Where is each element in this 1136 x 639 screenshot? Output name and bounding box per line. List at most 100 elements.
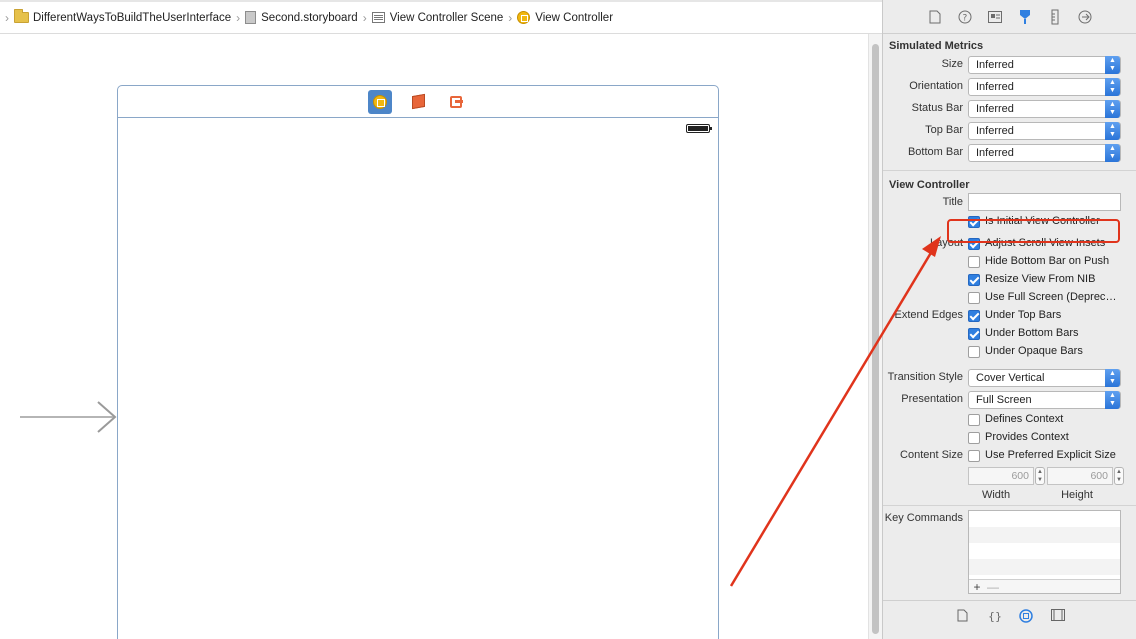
- popup-arrows-icon: ▲ ▼: [1105, 100, 1120, 118]
- layout-resize-row: Resize View From NIB: [883, 271, 1136, 289]
- svg-text:{}: {}: [988, 610, 1001, 623]
- height-field[interactable]: 600: [1047, 467, 1113, 485]
- breadcrumb-item-project[interactable]: DifferentWaysToBuildTheUserInterface: [14, 9, 232, 24]
- scene-view-controller-button[interactable]: [368, 89, 392, 114]
- width-stepper[interactable]: ▲ ▼: [1035, 467, 1045, 485]
- remove-key-command-button[interactable]: —: [985, 580, 1001, 594]
- title-field[interactable]: [968, 193, 1121, 211]
- file-template-library-icon[interactable]: [953, 609, 971, 625]
- checkbox-label: Use Preferred Explicit Size: [985, 449, 1116, 461]
- under-top-bars-checkbox[interactable]: [968, 310, 980, 322]
- orientation-popup[interactable]: Inferred ▲ ▼: [968, 78, 1121, 96]
- top-bar-popup[interactable]: Inferred ▲ ▼: [968, 122, 1121, 140]
- view-controller-scene[interactable]: [117, 85, 719, 639]
- under-opaque-bars-checkbox[interactable]: [968, 346, 980, 358]
- breadcrumb-item-storyboard[interactable]: Second.storyboard: [245, 11, 358, 24]
- battery-icon: [686, 124, 712, 133]
- file-inspector-icon[interactable]: [926, 8, 944, 26]
- popup-arrows-icon: ▲ ▼: [1105, 78, 1120, 96]
- breadcrumb-label: View Controller: [535, 11, 614, 24]
- metric-size-row: Size Inferred ▲ ▼: [883, 54, 1136, 76]
- metric-bottom-bar-row: Bottom Bar Inferred ▲ ▼: [883, 142, 1136, 164]
- extend-bottom-row: Under Bottom Bars: [883, 325, 1136, 343]
- media-library-icon[interactable]: [1049, 609, 1067, 625]
- code-snippet-library-icon[interactable]: {}: [985, 609, 1003, 625]
- table-row[interactable]: [969, 543, 1120, 559]
- folder-icon: [14, 9, 29, 23]
- height-stepper[interactable]: ▲ ▼: [1114, 467, 1124, 485]
- popup-value: Inferred: [976, 103, 1014, 115]
- layout-hide-bottom-row: Hide Bottom Bar on Push: [883, 253, 1136, 271]
- status-bar-popup[interactable]: Inferred ▲ ▼: [968, 100, 1121, 118]
- provides-context-checkbox[interactable]: [968, 432, 980, 444]
- checkbox-label: Use Full Screen (Deprecated): [985, 291, 1121, 303]
- popup-arrows-icon: ▲ ▼: [1105, 391, 1120, 409]
- size-popup[interactable]: Inferred ▲ ▼: [968, 56, 1121, 74]
- breadcrumb-item-view-controller[interactable]: View Controller: [517, 11, 613, 24]
- field-label: Presentation: [901, 393, 963, 405]
- breadcrumb-item-scene[interactable]: View Controller Scene: [371, 12, 503, 24]
- divider: [883, 505, 1136, 506]
- checkbox-label: Under Bottom Bars: [985, 327, 1079, 339]
- width-label: Width: [981, 489, 1011, 501]
- scene-first-responder-button[interactable]: [406, 90, 430, 114]
- breadcrumb: › DifferentWaysToBuildTheUserInterface ›…: [0, 0, 882, 34]
- key-commands-table[interactable]: + —: [968, 510, 1121, 594]
- view-controller-icon: [517, 11, 531, 24]
- title-row: Title: [883, 193, 1136, 213]
- defines-context-checkbox[interactable]: [968, 414, 980, 426]
- table-row[interactable]: [969, 511, 1120, 527]
- resize-view-from-nib-checkbox[interactable]: [968, 274, 980, 286]
- key-commands-toolbar: + —: [969, 579, 1120, 594]
- field-label: Title: [942, 196, 963, 208]
- use-full-screen-checkbox[interactable]: [968, 292, 980, 304]
- use-preferred-size-checkbox[interactable]: [968, 450, 980, 462]
- transition-style-row: Transition Style Cover Vertical ▲ ▼: [883, 367, 1136, 389]
- xcode-window: › DifferentWaysToBuildTheUserInterface ›…: [0, 0, 1136, 639]
- field-label: Top Bar: [925, 124, 963, 136]
- annotation-highlight-box: [947, 219, 1120, 243]
- popup-arrows-icon: ▲ ▼: [1105, 369, 1120, 387]
- add-key-command-button[interactable]: +: [969, 580, 985, 594]
- table-row[interactable]: [969, 559, 1120, 575]
- breadcrumb-label: DifferentWaysToBuildTheUserInterface: [33, 11, 232, 24]
- attributes-inspector: ? Simulated Metrics Size Inferred ▲ ▼ Orie…: [882, 0, 1136, 639]
- content-size-steppers: 600 ▲ ▼ Width 600 ▲ ▼ Height: [883, 465, 1136, 503]
- scene-exit-button[interactable]: [444, 90, 468, 114]
- quick-help-icon[interactable]: ?: [956, 8, 974, 26]
- transition-style-popup[interactable]: Cover Vertical ▲ ▼: [968, 369, 1121, 387]
- identity-inspector-icon[interactable]: [986, 8, 1004, 26]
- scrollbar-thumb[interactable]: [872, 44, 879, 634]
- canvas-vertical-scrollbar[interactable]: [868, 34, 882, 639]
- bottom-bar-popup[interactable]: Inferred ▲ ▼: [968, 144, 1121, 162]
- popup-value: Inferred: [976, 59, 1014, 71]
- library-bar: {}: [883, 600, 1136, 639]
- table-row[interactable]: [969, 527, 1120, 543]
- popup-value: Full Screen: [976, 394, 1032, 406]
- first-responder-cube-icon: [411, 93, 425, 110]
- width-field[interactable]: 600: [968, 467, 1034, 485]
- field-label: Bottom Bar: [907, 146, 963, 158]
- breadcrumb-separator: ›: [236, 10, 241, 25]
- checkbox-label: Provides Context: [985, 431, 1069, 443]
- size-inspector-icon[interactable]: [1046, 8, 1064, 26]
- provides-context-row: Provides Context: [883, 429, 1136, 447]
- field-label: Orientation: [909, 80, 963, 92]
- divider: [883, 170, 1136, 171]
- inspector-toolbar: ?: [883, 0, 1136, 34]
- popup-arrows-icon: ▲ ▼: [1105, 144, 1120, 162]
- checkbox-label: Under Top Bars: [985, 309, 1062, 321]
- breadcrumb-label: Second.storyboard: [261, 11, 358, 24]
- field-label: Size: [941, 58, 963, 70]
- metric-orientation-row: Orientation Inferred ▲ ▼: [883, 76, 1136, 98]
- field-label: Status Bar: [911, 102, 963, 114]
- field-label: Key Commands: [884, 512, 963, 524]
- presentation-popup[interactable]: Full Screen ▲ ▼: [968, 391, 1121, 409]
- metric-top-bar-row: Top Bar Inferred ▲ ▼: [883, 120, 1136, 142]
- under-bottom-bars-checkbox[interactable]: [968, 328, 980, 340]
- connections-inspector-icon[interactable]: [1076, 8, 1094, 26]
- object-library-icon[interactable]: [1017, 609, 1035, 625]
- key-commands-row: Key Commands + —: [883, 510, 1136, 596]
- attributes-inspector-icon[interactable]: [1016, 8, 1034, 26]
- hide-bottom-bar-checkbox[interactable]: [968, 256, 980, 268]
